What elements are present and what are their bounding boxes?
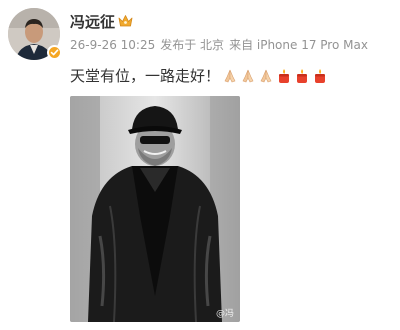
candle-icon bbox=[297, 69, 307, 83]
emoji-row bbox=[222, 66, 330, 86]
post-source: 来自 iPhone 17 Pro Max bbox=[229, 38, 368, 52]
verified-badge-icon bbox=[47, 45, 62, 60]
post-image[interactable]: @冯 bbox=[70, 96, 240, 322]
weibo-post: 冯远征 26-9-26 10:25 发布于 北京 来自 iPhone 17 Pro … bbox=[0, 0, 400, 330]
candle-icon bbox=[315, 69, 325, 83]
candle-icon bbox=[279, 69, 289, 83]
post-text: 天堂有位，一路走好！ bbox=[70, 67, 221, 85]
praying-hands-icon bbox=[260, 69, 272, 83]
praying-hands-icon bbox=[242, 69, 254, 83]
post-location: 发布于 北京 bbox=[160, 38, 225, 52]
author-name[interactable]: 冯远征 bbox=[70, 13, 115, 31]
praying-hands-icon bbox=[224, 69, 236, 83]
image-watermark: @冯 bbox=[215, 309, 234, 319]
post-photo bbox=[70, 96, 240, 322]
crown-badge-icon bbox=[118, 15, 133, 27]
post-meta: 26-9-26 10:25 发布于 北京 来自 iPhone 17 Pro Max bbox=[70, 37, 368, 53]
post-timestamp[interactable]: 26-9-26 10:25 bbox=[70, 38, 155, 52]
